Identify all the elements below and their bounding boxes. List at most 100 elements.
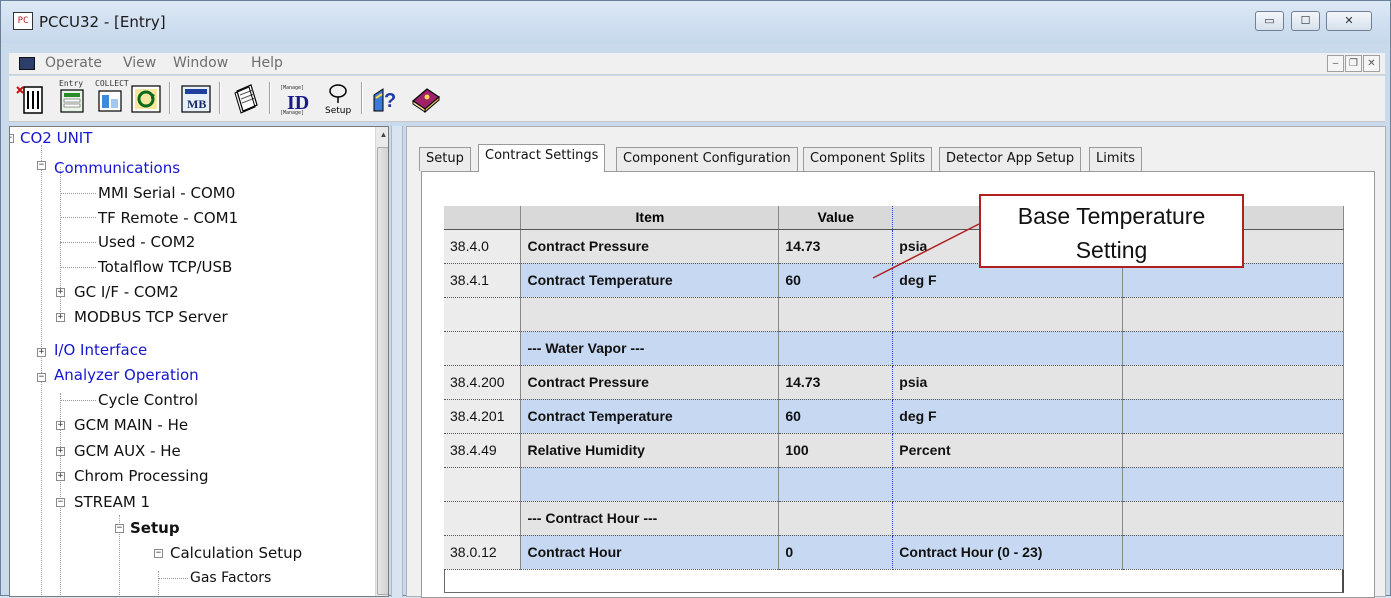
mdi-minimize-button[interactable]: – [1327, 55, 1344, 72]
cell-value[interactable] [778, 501, 894, 536]
tree-item-setup[interactable]: Setup [130, 517, 180, 539]
cell-value[interactable]: 14.73 [778, 365, 894, 400]
tree-item-cycle-control[interactable]: Cycle Control [98, 389, 198, 411]
collapse-icon[interactable]: − [115, 524, 124, 533]
manual-icon[interactable] [409, 81, 443, 115]
toolbar: Entry COLLECT MB [Manage] ID [Manage] Se… [9, 76, 1385, 122]
collapse-icon[interactable]: − [37, 161, 46, 170]
cell-item: Contract Pressure [520, 365, 780, 400]
collapse-icon[interactable]: − [10, 134, 14, 143]
cell-value[interactable] [778, 297, 894, 332]
cell-item [520, 297, 780, 332]
app-window: PC PCCU32 - [Entry] ▭ ☐ ✕ Operate View W… [0, 0, 1391, 598]
minimize-button[interactable]: ▭ [1255, 11, 1284, 31]
tree-item-used-com2[interactable]: Used - COM2 [98, 231, 195, 253]
cell-unit: psia [892, 365, 1124, 400]
menu-view[interactable]: View [123, 55, 156, 71]
tab-contract-settings[interactable]: Contract Settings [478, 144, 606, 172]
expand-icon[interactable]: + [56, 472, 65, 481]
close-button[interactable]: ✕ [1326, 11, 1372, 31]
tree-item-tf-remote[interactable]: TF Remote - COM1 [98, 207, 238, 229]
tree-connector [60, 167, 61, 322]
tree-item-stream1[interactable]: STREAM 1 [74, 491, 150, 513]
app-icon: PC [13, 12, 33, 30]
tree-item-totalflow-tcp[interactable]: Totalflow TCP/USB [98, 256, 232, 278]
tree-item-modbus-tcp[interactable]: MODBUS TCP Server [74, 306, 228, 328]
tree-item-mmi-serial[interactable]: MMI Serial - COM0 [98, 182, 235, 204]
navigation-tree: − CO2 UNIT − Communications MMI Serial -… [9, 126, 389, 597]
toolbar-separator [219, 82, 221, 114]
cell-extra [1122, 433, 1344, 468]
tab-component-configuration[interactable]: Component Configuration [616, 147, 798, 171]
entry-icon[interactable]: Entry [55, 79, 89, 115]
notepad-icon[interactable] [229, 81, 263, 115]
tree-scrollbar[interactable]: ▲ [375, 127, 388, 596]
tree-item-communications[interactable]: Communications [54, 157, 180, 179]
refresh-icon[interactable] [129, 81, 163, 115]
help-icon[interactable]: ? [371, 81, 405, 115]
table-row[interactable]: --- Water Vapor --- [444, 331, 1344, 366]
tree-connector [60, 193, 96, 194]
tree-item-gcm-aux[interactable]: GCM AUX - He [74, 440, 181, 462]
setup-icon[interactable]: Setup [321, 81, 355, 116]
id-manager-icon[interactable]: [Manage] ID [Manage] [279, 81, 313, 116]
scrollbar-thumb[interactable] [377, 147, 388, 595]
cell-value[interactable] [778, 331, 894, 366]
cell-value[interactable]: 60 [778, 399, 894, 434]
expand-icon[interactable]: + [56, 447, 65, 456]
expand-icon[interactable]: + [56, 313, 65, 322]
table-row[interactable] [444, 467, 1344, 502]
menu-operate[interactable]: Operate [45, 55, 102, 71]
collapse-icon[interactable]: − [56, 498, 65, 507]
pane-splitter[interactable] [391, 126, 403, 597]
cell-unit [892, 331, 1124, 366]
expand-icon[interactable]: + [56, 421, 65, 430]
table-row[interactable]: 38.0.12 Contract Hour 0 Contract Hour (0 -… [444, 535, 1344, 570]
device-icon[interactable] [15, 81, 49, 115]
cell-number [444, 297, 522, 332]
tab-limits[interactable]: Limits [1089, 147, 1142, 171]
expand-icon[interactable]: + [37, 348, 46, 357]
cell-value[interactable]: 100 [778, 433, 894, 468]
collect-label: COLLECT [95, 79, 129, 88]
tree-item-chrom-processing[interactable]: Chrom Processing [74, 465, 208, 487]
title-bar: PC PCCU32 - [Entry] ▭ ☐ ✕ [1, 1, 1390, 43]
tree-item-analyzer-operation[interactable]: Analyzer Operation [54, 364, 199, 386]
expand-icon[interactable]: + [56, 288, 65, 297]
tab-setup[interactable]: Setup [419, 147, 471, 171]
menu-help[interactable]: Help [251, 55, 283, 71]
tab-component-splits[interactable]: Component Splits [803, 147, 933, 171]
table-row[interactable]: 38.4.201 Contract Temperature 60 deg F [444, 399, 1344, 434]
collapse-icon[interactable]: − [154, 549, 163, 558]
scroll-up-icon[interactable]: ▲ [376, 127, 388, 143]
tree-item-gc-if[interactable]: GC I/F - COM2 [74, 281, 179, 303]
cell-item: Contract Pressure [520, 229, 780, 264]
cell-number: 38.4.49 [444, 433, 522, 468]
tree-item-co2-unit[interactable]: CO2 UNIT [20, 127, 92, 149]
table-row[interactable]: 38.4.49 Relative Humidity 100 Percent [444, 433, 1344, 468]
mb-icon[interactable]: MB [179, 81, 213, 115]
collapse-icon[interactable]: − [37, 373, 46, 382]
cell-value[interactable]: 0 [778, 535, 894, 570]
tab-detector-app-setup[interactable]: Detector App Setup [939, 147, 1082, 171]
tree-item-calculation-setup[interactable]: Calculation Setup [170, 542, 302, 564]
collect-icon[interactable]: COLLECT [93, 79, 129, 115]
table-row[interactable]: --- Contract Hour --- [444, 501, 1344, 536]
table-row[interactable]: 38.4.200 Contract Pressure 14.73 psia [444, 365, 1344, 400]
mdi-restore-button[interactable]: ❐ [1345, 55, 1362, 72]
menu-window[interactable]: Window [173, 55, 228, 71]
table-row[interactable] [444, 297, 1344, 332]
maximize-button[interactable]: ☐ [1291, 11, 1320, 31]
cell-item: Relative Humidity [520, 433, 780, 468]
tree-item-io-interface[interactable]: I/O Interface [54, 339, 147, 361]
cell-value[interactable] [778, 467, 894, 502]
tree-item-gas-factors[interactable]: Gas Factors [190, 567, 271, 589]
tree-connector [158, 578, 188, 579]
mdi-close-button[interactable]: ✕ [1363, 55, 1380, 72]
document-icon[interactable] [19, 57, 35, 70]
tree-item-gcm-main[interactable]: GCM MAIN - He [74, 414, 188, 436]
cell-item: --- Water Vapor --- [520, 331, 780, 366]
cell-number: 38.0.12 [444, 535, 522, 570]
cell-extra [1122, 501, 1344, 536]
tree-connector [60, 217, 96, 218]
